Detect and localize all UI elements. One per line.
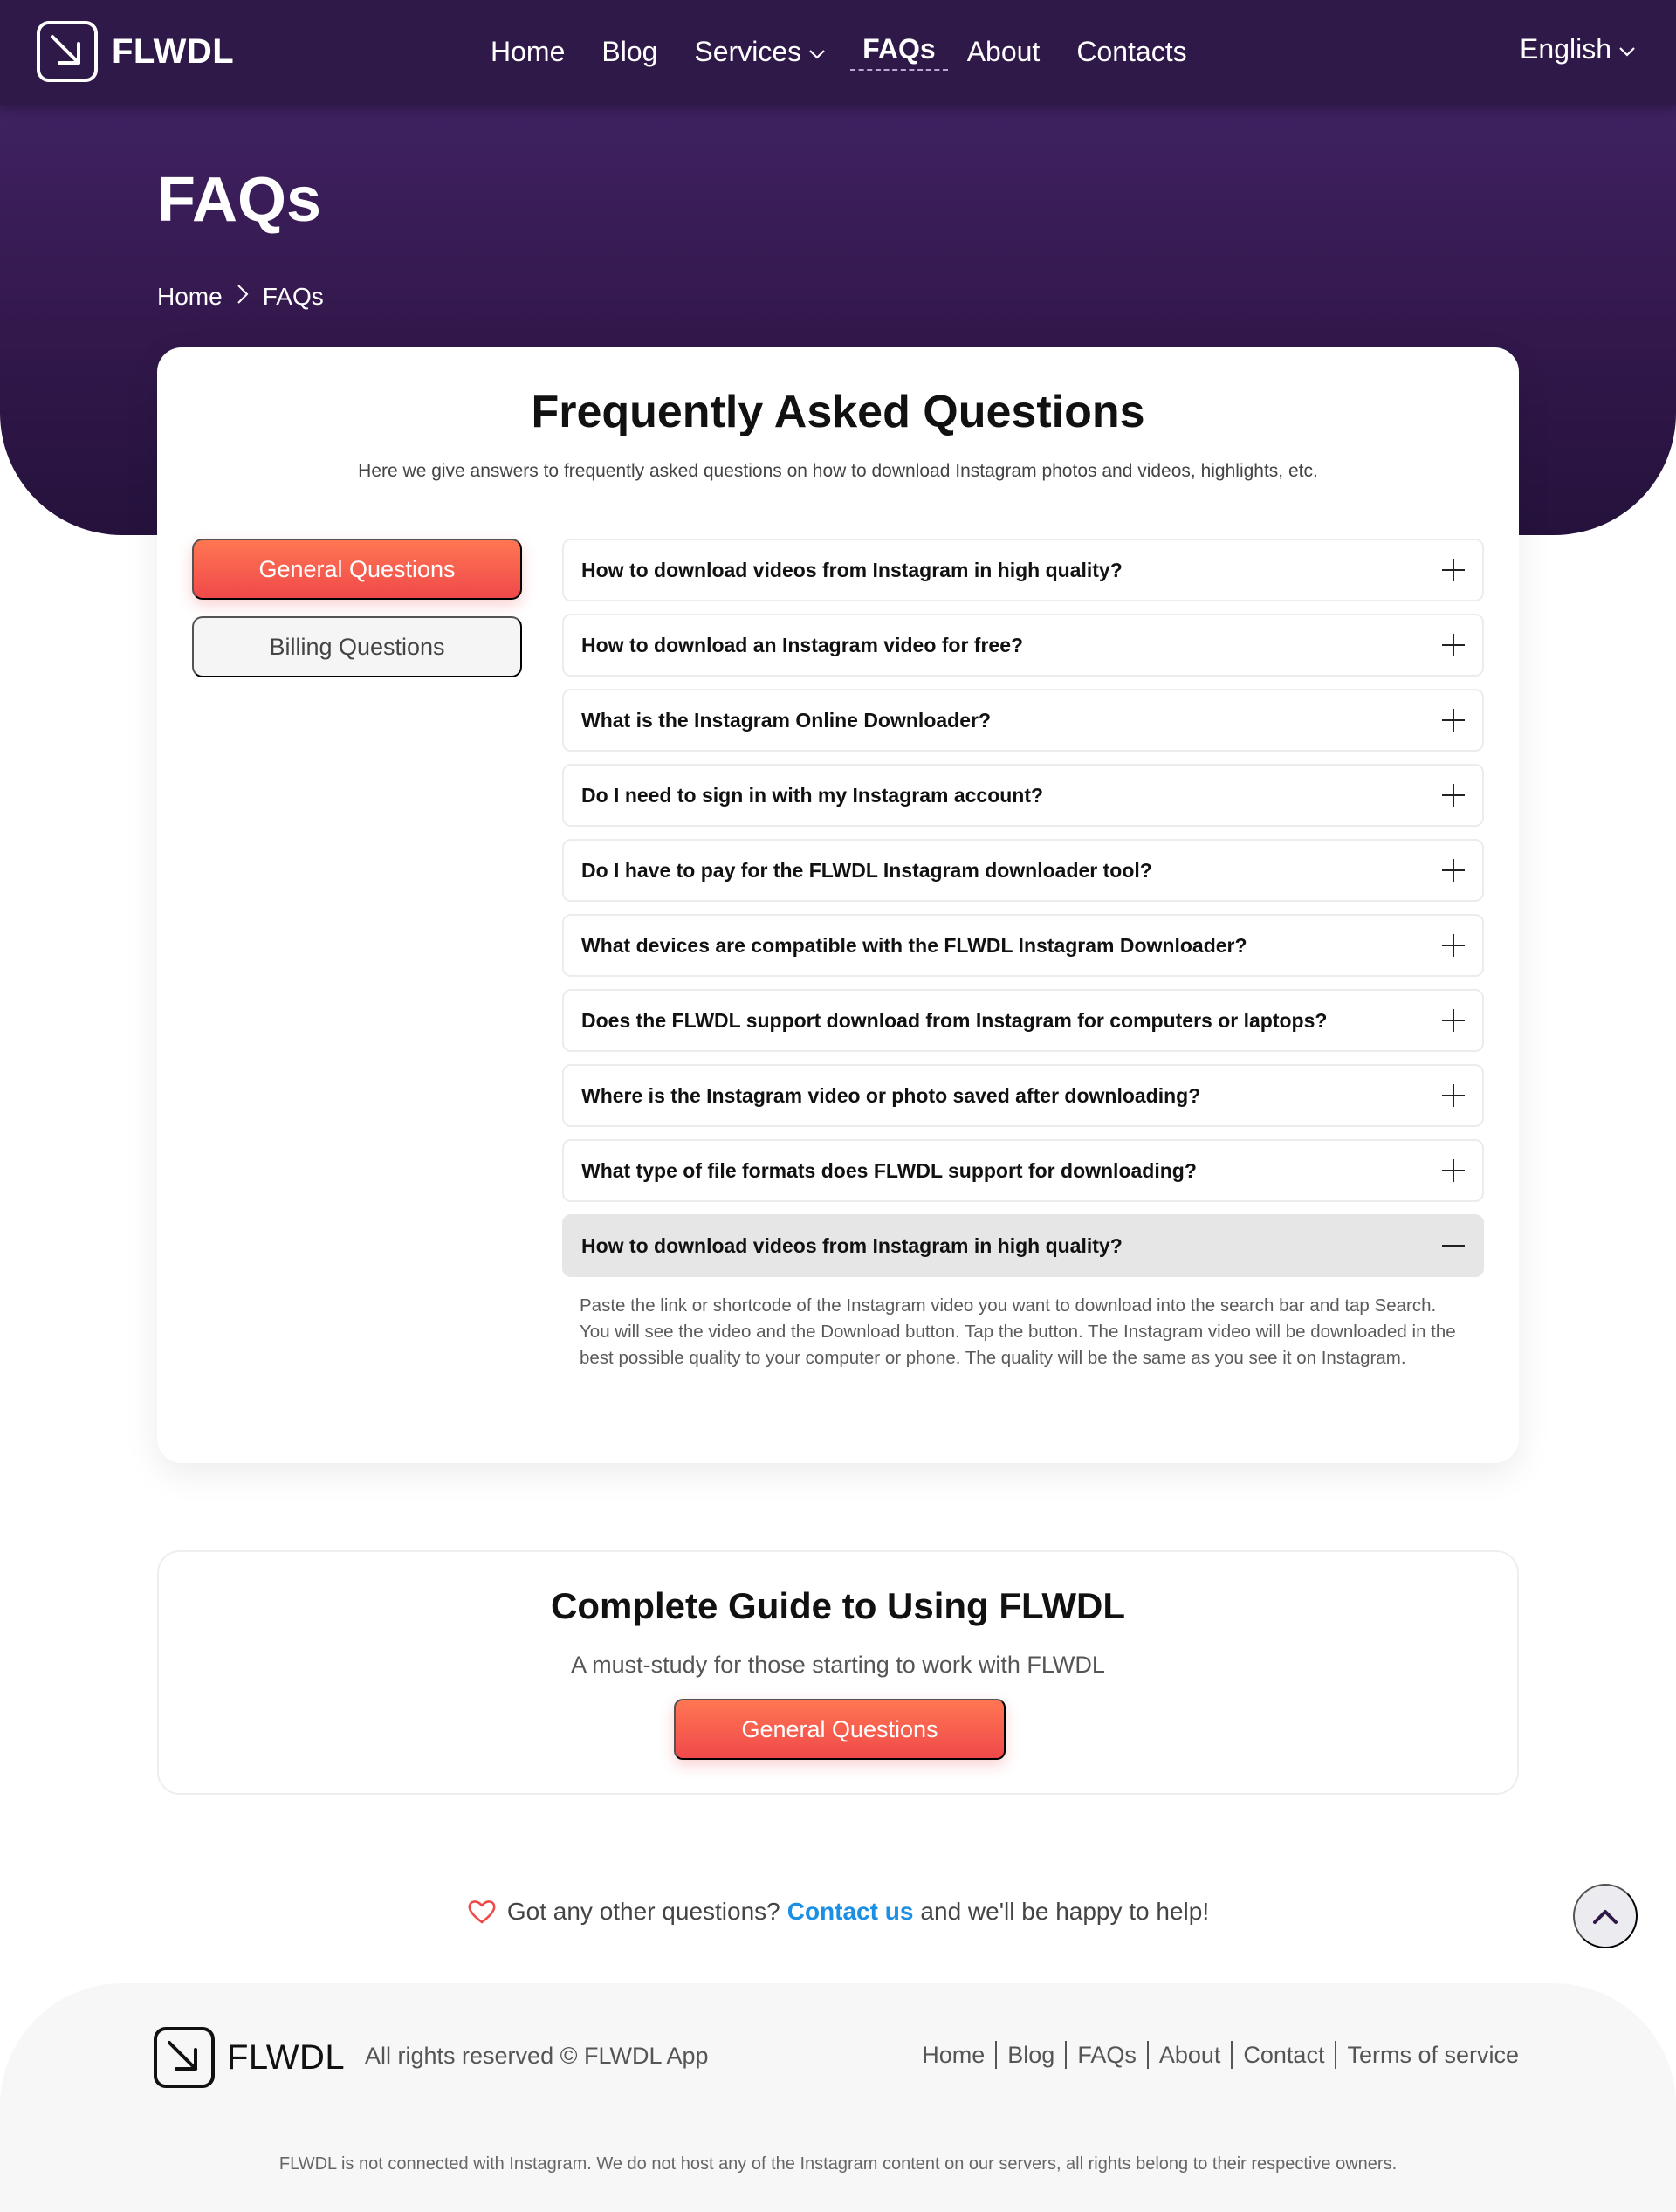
breadcrumb-home[interactable]: Home: [157, 283, 223, 311]
faq-question-text: What type of file formats does FLWDL sup…: [581, 1158, 1197, 1182]
footer: FLWDL All rights reserved © FLWDL App Ho…: [0, 1983, 1676, 2212]
chevron-up-icon: [1593, 1910, 1618, 1924]
nav-about[interactable]: About: [967, 36, 1041, 68]
faq-question[interactable]: Do I need to sign in with my Instagram a…: [562, 764, 1484, 827]
breadcrumb: Home FAQs: [157, 283, 324, 311]
help-line: Got any other questions? Contact us and …: [0, 1898, 1676, 1926]
top-navbar: FLWDL Home Blog Services FAQs About Cont…: [0, 0, 1676, 105]
faq-question-text: How to download videos from Instagram in…: [581, 558, 1123, 581]
nav-contacts[interactable]: Contacts: [1076, 36, 1186, 68]
category-billing-button[interactable]: Billing Questions: [192, 616, 522, 677]
guide-title: Complete Guide to Using FLWDL: [551, 1585, 1125, 1626]
plus-icon: [1442, 559, 1465, 581]
plus-icon: [1442, 709, 1465, 732]
plus-icon: [1442, 934, 1465, 957]
download-arrow-icon: [154, 2027, 215, 2088]
faq-question-text: How to download an Instagram video for f…: [581, 633, 1024, 656]
faq-question-text: Does the FLWDL support download from Ins…: [581, 1008, 1328, 1032]
faq-question[interactable]: Does the FLWDL support download from Ins…: [562, 989, 1484, 1052]
scroll-to-top-button[interactable]: [1573, 1884, 1638, 1948]
breadcrumb-current: FAQs: [262, 283, 324, 310]
footer-brand-logo[interactable]: FLWDL: [154, 2027, 345, 2088]
footer-link-faqs[interactable]: FAQs: [1065, 2041, 1147, 2069]
plus-icon: [1442, 634, 1465, 656]
footer-rights: All rights reserved © FLWDL App: [365, 2043, 709, 2069]
faq-question[interactable]: How to download an Instagram video for f…: [562, 614, 1484, 677]
faq-question[interactable]: Do I have to pay for the FLWDL Instagram…: [562, 839, 1484, 902]
faq-question-expanded[interactable]: How to download videos from Instagram in…: [562, 1214, 1484, 1277]
faq-card: Frequently Asked Questions Here we give …: [157, 347, 1519, 1463]
footer-link-blog[interactable]: Blog: [995, 2041, 1065, 2069]
guide-subtitle: A must-study for those starting to work …: [571, 1652, 1105, 1678]
faq-question-list: How to download videos from Instagram in…: [562, 539, 1484, 1371]
download-arrow-icon: [37, 21, 98, 82]
brand-logo[interactable]: FLWDL: [37, 21, 234, 82]
chevron-down-icon: [1619, 46, 1635, 57]
language-selector[interactable]: English: [1520, 33, 1636, 65]
faq-question-text: Do I need to sign in with my Instagram a…: [581, 783, 1044, 807]
faq-question[interactable]: What type of file formats does FLWDL sup…: [562, 1139, 1484, 1202]
faq-answer: Paste the link or shortcode of the Insta…: [580, 1295, 1456, 1368]
guide-general-questions-button[interactable]: General Questions: [674, 1699, 1006, 1760]
footer-brand-name: FLWDL: [227, 2037, 346, 2077]
footer-links: Home Blog FAQs About Contact Terms of se…: [922, 2041, 1519, 2069]
faq-question[interactable]: What devices are compatible with the FLW…: [562, 914, 1484, 977]
footer-disclaimer: FLWDL is not connected with Instagram. W…: [278, 2154, 1398, 2174]
faq-question[interactable]: What is the Instagram Online Downloader?: [562, 689, 1484, 752]
brand-name: FLWDL: [112, 31, 235, 71]
footer-link-home[interactable]: Home: [922, 2041, 995, 2069]
faq-question-text: Where is the Instagram video or photo sa…: [581, 1083, 1201, 1107]
faq-heading: Frequently Asked Questions: [531, 387, 1145, 437]
plus-icon: [1442, 1159, 1465, 1182]
faq-question-text: Do I have to pay for the FLWDL Instagram…: [581, 858, 1152, 882]
nav-blog[interactable]: Blog: [601, 36, 657, 68]
help-suffix: and we'll be happy to help!: [920, 1898, 1210, 1925]
main-nav: Home Blog Services FAQs About Contacts: [491, 33, 1224, 71]
plus-icon: [1442, 1009, 1465, 1032]
plus-icon: [1442, 1084, 1465, 1107]
language-label: English: [1520, 33, 1611, 65]
faq-subheading: Here we give answers to frequently asked…: [358, 461, 1318, 481]
category-general-button[interactable]: General Questions: [192, 539, 522, 600]
minus-icon: [1442, 1234, 1465, 1257]
guide-card: Complete Guide to Using FLWDL A must-stu…: [157, 1550, 1519, 1795]
footer-link-contact[interactable]: Contact: [1231, 2041, 1335, 2069]
faq-question-text: What is the Instagram Online Downloader?: [581, 708, 991, 732]
plus-icon: [1442, 784, 1465, 807]
chevron-right-icon: [237, 283, 249, 311]
page-title: FAQs: [157, 165, 322, 235]
faq-question-text: How to download videos from Instagram in…: [581, 1233, 1123, 1257]
contact-us-link[interactable]: Contact us: [787, 1898, 914, 1926]
footer-link-terms[interactable]: Terms of service: [1335, 2041, 1519, 2069]
faq-question[interactable]: Where is the Instagram video or photo sa…: [562, 1064, 1484, 1127]
nav-home[interactable]: Home: [491, 36, 565, 68]
nav-faqs[interactable]: FAQs: [850, 33, 948, 71]
footer-link-about[interactable]: About: [1146, 2041, 1232, 2069]
faq-question[interactable]: How to download videos from Instagram in…: [562, 539, 1484, 601]
faq-question-text: What devices are compatible with the FLW…: [581, 933, 1247, 957]
nav-services-label: Services: [694, 36, 802, 67]
plus-icon: [1442, 859, 1465, 882]
heart-icon: [468, 1900, 496, 1924]
nav-services[interactable]: Services: [694, 36, 826, 68]
help-prefix: Got any other questions?: [506, 1898, 780, 1925]
chevron-down-icon: [809, 49, 825, 59]
